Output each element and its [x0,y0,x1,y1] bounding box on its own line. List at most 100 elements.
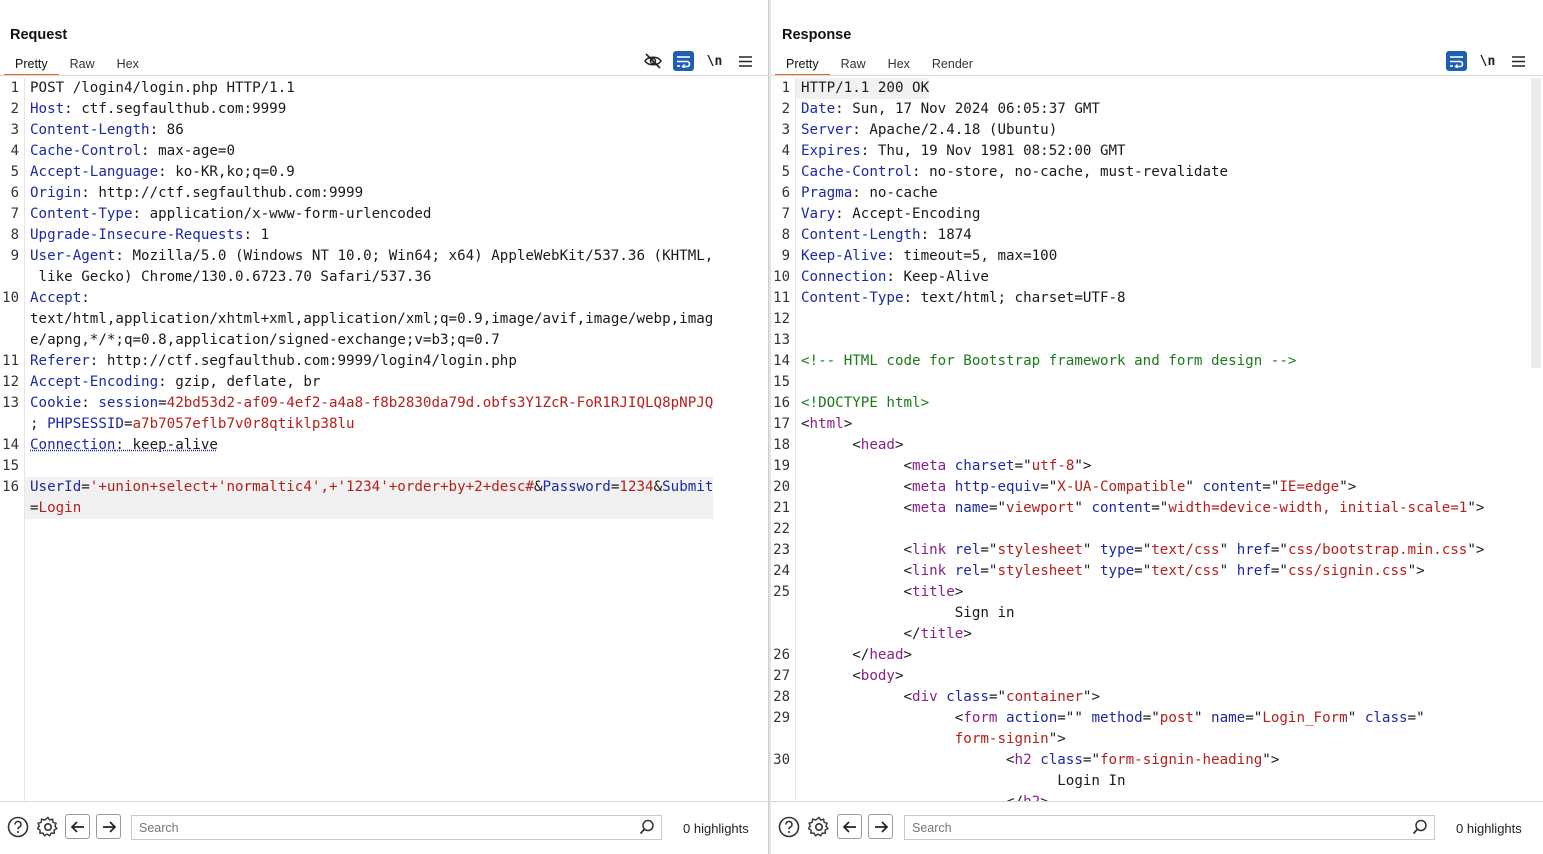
request-code-line: 7 Content-Type: application/x-www-form-ur… [0,204,768,225]
search-icon[interactable] [639,819,655,840]
line-number: 26 [773,647,790,663]
line-number: 3 [781,122,790,138]
line-number: 9 [781,248,790,264]
line-number: 6 [10,185,19,201]
arrow-right-icon[interactable] [96,814,121,839]
hamburger-menu-icon[interactable] [1508,51,1529,71]
line-number: 25 [773,584,790,600]
request-tab-pretty[interactable]: Pretty [4,54,59,76]
line-content: Date: Sun, 17 Nov 2024 06:05:37 GMT [801,101,1100,117]
response-tab-pretty[interactable]: Pretty [775,54,830,76]
response-scrollbar[interactable] [1531,78,1541,368]
line-content [796,330,801,351]
response-code-line: 2 Date: Sun, 17 Nov 2024 06:05:37 GMT [771,99,1529,120]
eye-off-icon[interactable] [642,51,663,71]
line-number: 15 [2,458,19,474]
line-number: 30 [773,752,790,768]
response-code-line: 22 [771,519,1529,540]
response-code-line: 18 <head> [771,435,1529,456]
request-pane: Request Pretty Raw Hex \n 1 POST /login4/… [0,0,768,854]
word-wrap-icon[interactable] [673,51,694,71]
line-content: Accept: text/html,application/xhtml+xml,… [30,290,714,348]
request-tab-hex[interactable]: Hex [106,54,150,76]
response-code-line: 15 [771,372,1529,393]
help-icon[interactable] [776,814,801,839]
request-code-line: 13 Cookie: session=42bd53d2-af09-4ef2-a4a… [0,393,768,435]
response-code-line: 28 <div class="container"> [771,687,1529,708]
line-content: Content-Type: application/x-www-form-url… [30,206,432,222]
request-code-line: 3 Content-Length: 86 [0,120,768,141]
line-content: <title> Sign in </title> [801,584,1015,642]
line-content: Content-Length: 1874 [801,227,972,243]
line-number: 16 [2,479,19,495]
request-code-line: 14 Connection: keep-alive [0,435,768,456]
hamburger-menu-icon[interactable] [735,51,756,71]
newline-toggle-button[interactable]: \n [704,51,725,71]
help-icon[interactable] [5,814,30,839]
response-code-line: 6 Pragma: no-cache [771,183,1529,204]
response-code-line: 10 Connection: Keep-Alive [771,267,1529,288]
response-code-line: 20 <meta http-equiv="X-UA-Compatible" co… [771,477,1529,498]
line-content [796,309,801,330]
line-content: Pragma: no-cache [801,185,938,201]
word-wrap-icon[interactable] [1446,51,1467,71]
response-tab-raw[interactable]: Raw [830,54,877,76]
gear-icon[interactable] [806,814,831,839]
arrow-left-icon[interactable] [65,814,90,839]
response-code-line: 8 Content-Length: 1874 [771,225,1529,246]
line-content: Content-Length: 86 [30,122,184,138]
line-content: Server: Apache/2.4.18 (Ubuntu) [801,122,1058,138]
response-tabs: Pretty Raw Hex Render [775,54,984,76]
response-code-line: 27 <body> [771,666,1529,687]
newline-toggle-button[interactable]: \n [1477,51,1498,71]
line-number: 14 [2,437,19,453]
line-number: 4 [781,143,790,159]
line-content: UserId='+union+select+'normaltic4',+'123… [25,477,714,519]
response-code-line: 29 <form action="" method="post" name="L… [771,708,1529,750]
line-content: HTTP/1.1 200 OK [796,78,930,99]
line-number: 5 [781,164,790,180]
line-number: 15 [773,374,790,390]
response-search-input[interactable]: Search [904,815,1435,840]
line-number: 8 [781,227,790,243]
request-code-line: 6 Origin: http://ctf.segfaulthub.com:9999 [0,183,768,204]
response-code-line: 4 Expires: Thu, 19 Nov 1981 08:52:00 GMT [771,141,1529,162]
line-number: 7 [10,206,19,222]
line-number: 23 [773,542,790,558]
response-code-line: 3 Server: Apache/2.4.18 (Ubuntu) [771,120,1529,141]
request-tab-raw[interactable]: Raw [59,54,106,76]
arrow-right-icon[interactable] [868,814,893,839]
gear-icon[interactable] [35,814,60,839]
line-content: Accept-Encoding: gzip, deflate, br [30,374,321,390]
response-tab-divider [771,75,1543,76]
request-title: Request [10,27,68,43]
response-tab-hex[interactable]: Hex [877,54,921,76]
request-code-line: 16 UserId='+union+select+'normaltic4',+'1… [0,477,768,519]
line-number: 11 [2,353,19,369]
line-number: 10 [2,290,19,306]
line-number: 11 [773,290,790,306]
response-tab-render[interactable]: Render [921,54,984,76]
line-content: Referer: http://ctf.segfaulthub.com:9999… [30,353,517,369]
line-content: <meta name="viewport" content="width=dev… [801,500,1485,516]
response-search-placeholder: Search [912,821,952,835]
request-search-input[interactable]: Search [131,815,662,840]
line-number: 17 [773,416,790,432]
search-icon[interactable] [1412,819,1428,840]
line-number: 18 [773,437,790,453]
response-code-line: 7 Vary: Accept-Encoding [771,204,1529,225]
line-content: <link rel="stylesheet" type="text/css" h… [801,563,1425,579]
request-code-line: 1 POST /login4/login.php HTTP/1.1 [0,78,768,99]
line-number: 2 [10,101,19,117]
request-editor[interactable]: 1 POST /login4/login.php HTTP/1.1 2 Host: c… [0,78,768,801]
line-number: 5 [10,164,19,180]
line-number: 12 [773,311,790,327]
line-content: <html> [801,416,853,432]
line-number: 8 [10,227,19,243]
arrow-left-icon[interactable] [837,814,862,839]
response-editor[interactable]: 1 HTTP/1.1 200 OK 2 Date: Sun, 17 Nov 2024 … [771,78,1543,801]
response-code-line: 25 <title> Sign in </title> [771,582,1529,645]
line-content: Connection: Keep-Alive [801,269,989,285]
line-content: User-Agent: Mozilla/5.0 (Windows NT 10.0… [30,248,714,285]
line-number: 3 [10,122,19,138]
